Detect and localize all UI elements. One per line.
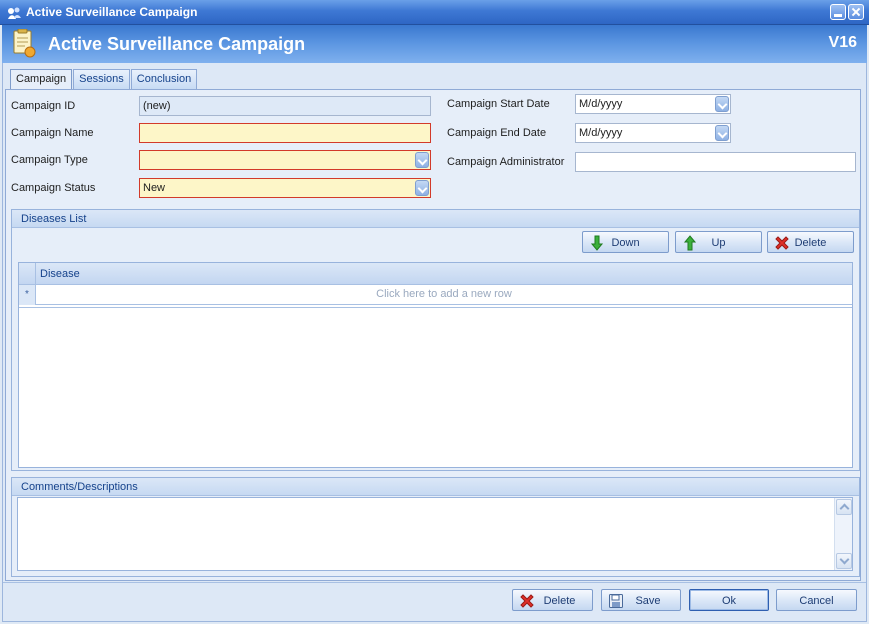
tab-campaign[interactable]: Campaign (10, 69, 73, 90)
campaign-name-input[interactable] (139, 123, 431, 143)
start-date-value: M/d/yyyy (579, 98, 623, 110)
app-icon (8, 7, 21, 19)
delete-disease-button[interactable]: Delete (767, 231, 854, 253)
campaign-status-label: Campaign Status (11, 182, 96, 194)
window-titlebar: Active Surveillance Campaign (0, 0, 869, 25)
diseases-group-title: Diseases List (12, 210, 859, 228)
form-document-icon (13, 29, 36, 58)
new-row-marker[interactable]: * (19, 285, 36, 305)
scroll-down-button[interactable] (836, 553, 852, 569)
version-label: V16 (828, 34, 857, 51)
campaign-name-label: Campaign Name (11, 127, 94, 139)
minimize-button[interactable] (830, 4, 846, 20)
delete-button-label: Delete (543, 595, 576, 607)
delete-button[interactable]: Delete (512, 589, 593, 611)
tab-conclusion[interactable]: Conclusion (130, 69, 198, 89)
campaign-status-value: New (143, 182, 166, 194)
campaign-id-label: Campaign ID (11, 100, 76, 112)
start-date-picker[interactable]: M/d/yyyy (575, 94, 731, 114)
tab-strip: Campaign Sessions Conclusion (10, 69, 198, 90)
form-header: Active Surveillance Campaign V16 (2, 25, 867, 63)
end-date-label: Campaign End Date (447, 127, 547, 139)
up-button-label: Up (711, 237, 726, 249)
down-button-label: Down (611, 237, 640, 249)
tab-sessions[interactable]: Sessions (73, 69, 130, 89)
diseases-grid[interactable]: Disease * Click here to add a new row (18, 262, 853, 468)
scroll-up-button[interactable] (836, 499, 852, 515)
chevron-down-icon[interactable] (415, 180, 429, 196)
add-new-row[interactable]: Click here to add a new row (36, 285, 852, 305)
campaign-type-label: Campaign Type (11, 154, 88, 166)
chevron-down-icon[interactable] (415, 152, 429, 168)
administrator-label: Campaign Administrator (447, 156, 565, 168)
up-button[interactable]: Up (675, 231, 762, 253)
close-button[interactable] (848, 4, 864, 20)
end-date-picker[interactable]: M/d/yyyy (575, 123, 731, 143)
form-title: Active Surveillance Campaign (48, 34, 306, 54)
administrator-input[interactable] (575, 152, 856, 172)
cancel-button-label: Cancel (799, 595, 834, 607)
delete-disease-button-label: Delete (794, 237, 827, 249)
comments-group-title: Comments/Descriptions (12, 478, 859, 496)
campaign-id-value: (new) (143, 100, 171, 112)
comments-scrollbar[interactable] (834, 498, 852, 570)
chevron-down-icon[interactable] (715, 96, 729, 112)
column-header-disease[interactable]: Disease (36, 263, 852, 285)
chevron-down-icon[interactable] (715, 125, 729, 141)
grid-header-corner (19, 263, 36, 285)
down-button[interactable]: Down (582, 231, 669, 253)
window-title: Active Surveillance Campaign (26, 5, 198, 19)
grid-divider (19, 307, 852, 308)
ok-button-label: Ok (721, 595, 737, 607)
ok-button[interactable]: Ok (689, 589, 769, 611)
save-button-label: Save (635, 595, 661, 607)
end-date-value: M/d/yyyy (579, 127, 623, 139)
comments-textarea[interactable] (17, 497, 853, 571)
cancel-button[interactable]: Cancel (776, 589, 857, 611)
campaign-id-field: (new) (139, 96, 431, 116)
start-date-label: Campaign Start Date (447, 98, 550, 110)
campaign-status-select[interactable]: New (139, 178, 431, 198)
campaign-type-select[interactable] (139, 150, 431, 170)
save-button[interactable]: Save (601, 589, 681, 611)
